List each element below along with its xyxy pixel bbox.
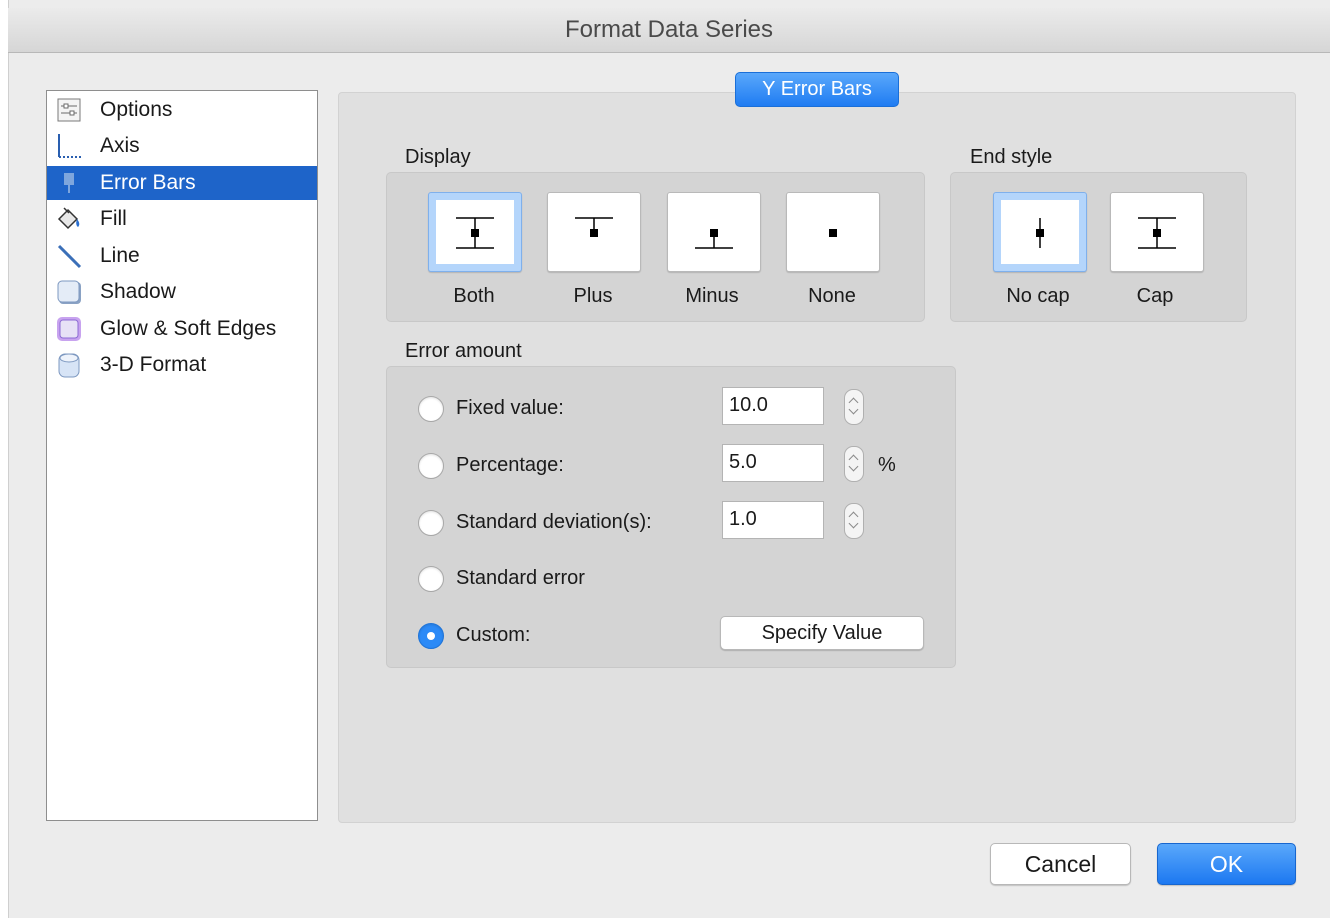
stderr-radio[interactable]: [418, 566, 444, 592]
end-style-no-cap-label: No cap: [1006, 285, 1070, 307]
none-error-bar-icon: [829, 229, 837, 237]
sidebar-item-label: Error Bars: [100, 171, 196, 194]
fixed-value-radio[interactable]: [418, 396, 444, 422]
end-style-cap-label: Cap: [1136, 285, 1174, 307]
end-style-section-label: End style: [970, 146, 1053, 168]
stddev-label: Standard deviation(s):: [456, 511, 652, 533]
options-icon: [57, 98, 81, 122]
end-style-no-cap-button[interactable]: [993, 192, 1087, 272]
percentage-input[interactable]: 5.0: [722, 444, 824, 482]
percentage-label: Percentage:: [456, 454, 564, 476]
title-bar: Format Data Series: [8, 8, 1330, 53]
stddev-stepper[interactable]: [844, 503, 864, 539]
sidebar-item-label: 3-D Format: [100, 353, 207, 376]
fixed-value-label: Fixed value:: [456, 397, 564, 419]
window-title: Format Data Series: [564, 16, 774, 43]
axis-icon: [58, 134, 82, 158]
both-error-bar-icon: [456, 217, 494, 249]
display-minus-button[interactable]: [667, 192, 761, 272]
specify-value-label: Specify Value: [761, 621, 883, 644]
left-window-edge: [0, 0, 9, 918]
no-cap-icon: [1036, 218, 1044, 248]
tab-y-error-bars[interactable]: Y Error Bars: [735, 72, 899, 107]
cancel-button[interactable]: Cancel: [990, 843, 1131, 885]
sidebar-item-3d-format[interactable]: 3-D Format: [47, 348, 317, 382]
category-list[interactable]: Options Axis Error Bars Fill Line Shadow…: [46, 90, 318, 821]
tab-label: Y Error Bars: [762, 78, 872, 100]
display-both-button[interactable]: [428, 192, 522, 272]
display-minus-label: Minus: [685, 285, 739, 307]
error-amount-section-label: Error amount: [405, 340, 522, 362]
cancel-label: Cancel: [1024, 850, 1097, 877]
display-section-label: Display: [405, 146, 471, 168]
fixed-value-stepper[interactable]: [844, 389, 864, 425]
stddev-radio[interactable]: [418, 510, 444, 536]
fill-bucket-icon: [57, 207, 80, 230]
cap-icon: [1138, 217, 1176, 249]
sidebar-item-line[interactable]: Line: [47, 239, 317, 273]
specify-value-button[interactable]: Specify Value: [720, 616, 924, 650]
sidebar-item-fill[interactable]: Fill: [47, 202, 317, 236]
sidebar-item-shadow[interactable]: Shadow: [47, 275, 317, 309]
percentage-stepper[interactable]: [844, 446, 864, 482]
display-none-button[interactable]: [786, 192, 880, 272]
ok-button[interactable]: OK: [1157, 843, 1296, 885]
line-icon: [57, 244, 82, 269]
sidebar-item-glow[interactable]: Glow & Soft Edges: [47, 312, 317, 346]
fixed-value-input[interactable]: 10.0: [722, 387, 824, 425]
sidebar-item-label: Options: [100, 98, 173, 121]
minus-error-bar-icon: [695, 229, 733, 249]
plus-error-bar-icon: [575, 217, 613, 237]
glow-icon: [57, 317, 81, 341]
error-bars-icon: [64, 173, 74, 193]
shadow-icon: [57, 280, 81, 304]
display-plus-label: Plus: [573, 285, 613, 307]
sidebar-item-label: Axis: [100, 134, 140, 157]
custom-label: Custom:: [456, 624, 531, 646]
sidebar-item-label: Fill: [100, 207, 127, 230]
sidebar-item-error-bars[interactable]: Error Bars: [47, 166, 317, 200]
stddev-input[interactable]: 1.0: [722, 501, 824, 539]
percentage-radio[interactable]: [418, 453, 444, 479]
ok-label: OK: [1209, 850, 1244, 877]
percentage-unit: %: [878, 454, 896, 476]
display-none-label: None: [808, 285, 856, 307]
sidebar-item-label: Glow & Soft Edges: [100, 317, 277, 340]
sidebar-item-axis[interactable]: Axis: [47, 129, 317, 163]
3d-format-icon: [58, 353, 80, 378]
end-style-cap-button[interactable]: [1110, 192, 1204, 272]
custom-radio[interactable]: [418, 623, 444, 649]
stderr-label: Standard error: [456, 567, 585, 589]
sidebar-item-label: Line: [100, 244, 140, 267]
sidebar-item-label: Shadow: [100, 280, 176, 303]
display-both-label: Both: [453, 285, 495, 307]
display-plus-button[interactable]: [547, 192, 641, 272]
sidebar-item-options[interactable]: Options: [47, 93, 317, 127]
